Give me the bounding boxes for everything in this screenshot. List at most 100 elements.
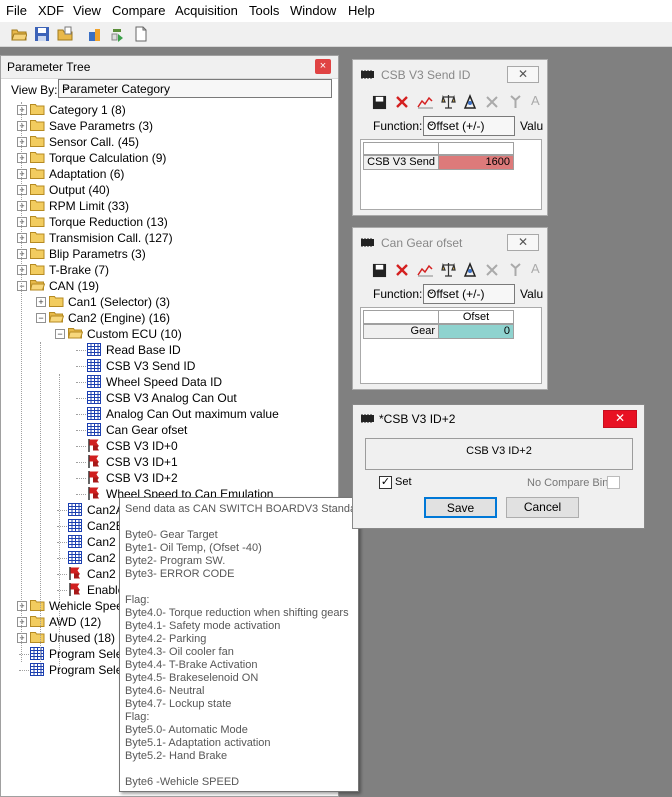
tree-item[interactable]: Can Gear ofset [1,422,338,438]
menu-file[interactable]: File [6,3,27,18]
folder-icon [30,168,45,179]
save-icon[interactable] [372,263,387,278]
export-icon[interactable] [110,26,126,42]
close-icon[interactable]: ✕ [603,410,637,428]
expand-icon[interactable]: + [36,297,46,307]
no-compare-checkbox[interactable] [607,476,620,489]
expand-icon[interactable]: + [17,217,27,227]
tree-folder[interactable]: + RPM Limit (33) [1,198,338,214]
tree-item-label: Custom ECU (10) [87,327,182,341]
expand-icon[interactable]: + [17,185,27,195]
tree-item[interactable]: Read Base ID [1,342,338,358]
close-icon[interactable]: × [315,59,331,74]
tree-folder[interactable]: − Can2 (Engine) (16) [1,310,338,326]
tree-item-label: T-Brake (7) [49,263,110,277]
tree-folder[interactable]: − Custom ECU (10) [1,326,338,342]
compare-scale-icon[interactable] [440,94,457,110]
menu-help[interactable]: Help [348,3,375,18]
close-icon[interactable]: ✕ [507,234,539,251]
graph-icon[interactable] [417,95,433,109]
tooltip-line: Send data as CAN SWITCH BOARDV3 Standart [125,503,363,515]
tree-item[interactable]: CSB V3 ID+2 [1,470,338,486]
tree-folder[interactable]: + Category 1 (8) [1,102,338,118]
expand-icon[interactable]: + [17,121,27,131]
expand-icon[interactable]: + [17,233,27,243]
tooltip-line: Flag: [125,594,150,606]
expand-icon[interactable]: + [17,249,27,259]
collapse-icon[interactable]: − [36,313,46,323]
increment-icon[interactable] [508,94,523,109]
tree-folder[interactable]: + Torque Reduction (13) [1,214,338,230]
tree-folder[interactable]: + Torque Calculation (9) [1,150,338,166]
tree-folder[interactable]: + Transmision Call. (127) [1,230,338,246]
menu-acquisition[interactable]: Acquisition [175,3,238,18]
tree-folder[interactable]: + Sensor Call. (45) [1,134,338,150]
tree-folder[interactable]: + Blip Parametrs (3) [1,246,338,262]
set-label: Set [395,476,412,488]
tree-guide-line [59,374,60,674]
menu-tools[interactable]: Tools [249,3,279,18]
tooltip-line: Byte4.1- Safety mode activation [125,620,281,632]
open-file-icon[interactable] [57,26,73,42]
clear-icon[interactable] [485,263,499,277]
tree-folder[interactable]: + T-Brake (7) [1,262,338,278]
menu-window[interactable]: Window [290,3,336,18]
new-file-icon[interactable] [133,26,149,42]
expand-icon[interactable]: + [17,633,27,643]
save-button[interactable]: Save [424,497,497,518]
table-icon [87,423,101,436]
calibrate-icon[interactable] [462,262,478,278]
import-icon[interactable] [87,26,103,42]
tree-folder[interactable]: − CAN (19) [1,278,338,294]
open-folder-icon[interactable] [11,26,27,42]
compare-scale-icon[interactable] [440,262,457,278]
tooltip-line: Byte5.0- Automatic Mode [125,724,248,736]
tree-item-label: CSB V3 Analog Can Out [106,391,237,405]
expand-icon[interactable]: + [17,201,27,211]
tree-folder[interactable]: + Output (40) [1,182,338,198]
chevron-down-icon: ⌄ [427,118,436,129]
value-label: Valu [520,119,544,133]
collapse-icon[interactable]: − [17,281,27,291]
save-icon[interactable] [372,95,387,110]
tree-item[interactable]: Wheel Speed Data ID [1,374,338,390]
expand-icon[interactable]: + [17,169,27,179]
menu-view[interactable]: View [73,3,101,18]
expand-icon[interactable]: + [17,137,27,147]
value-cell[interactable]: 0 [438,324,514,339]
cancel-x-icon[interactable] [395,95,409,109]
save-icon[interactable] [34,26,50,42]
expand-icon[interactable]: + [17,105,27,115]
close-icon[interactable]: ✕ [507,66,539,83]
tree-folder[interactable]: + Adaptation (6) [1,166,338,182]
tree-item[interactable]: CSB V3 Send ID [1,358,338,374]
tree-item[interactable]: CSB V3 Analog Can Out [1,390,338,406]
value-cell[interactable]: 1600 [438,155,514,170]
menu-compare[interactable]: Compare [112,3,165,18]
menu-xdf[interactable]: XDF [38,3,64,18]
tree-item-label: CSB V3 Send ID [106,359,196,373]
increment-icon[interactable] [508,262,523,277]
clear-icon[interactable] [485,95,499,109]
tree-folder[interactable]: + Save Parametrs (3) [1,118,338,134]
tree-item[interactable]: Analog Can Out maximum value [1,406,338,422]
expand-icon[interactable]: + [17,617,27,627]
cancel-button[interactable]: Cancel [506,497,579,518]
tree-folder[interactable]: + Can1 (Selector) (3) [1,294,338,310]
collapse-icon[interactable]: − [55,329,65,339]
cancel-x-icon[interactable] [395,263,409,277]
menu-bar: File XDF View Compare Acquisition Tools … [0,0,672,22]
function-label: Function: [373,287,423,301]
calibrate-icon[interactable] [462,94,478,110]
graph-icon[interactable] [417,263,433,277]
function-select[interactable]: Offset (+/-) ⌄ [423,116,515,136]
set-checkbox[interactable]: ✓ [379,476,392,489]
flag-icon [88,471,99,484]
tree-item[interactable]: CSB V3 ID+1 [1,454,338,470]
view-by-select[interactable]: Parameter Category ⌄ [58,79,332,98]
expand-icon[interactable]: + [17,153,27,163]
expand-icon[interactable]: + [17,601,27,611]
function-select[interactable]: Offset (+/-) ⌄ [423,284,515,304]
tree-item[interactable]: CSB V3 ID+0 [1,438,338,454]
expand-icon[interactable]: + [17,265,27,275]
